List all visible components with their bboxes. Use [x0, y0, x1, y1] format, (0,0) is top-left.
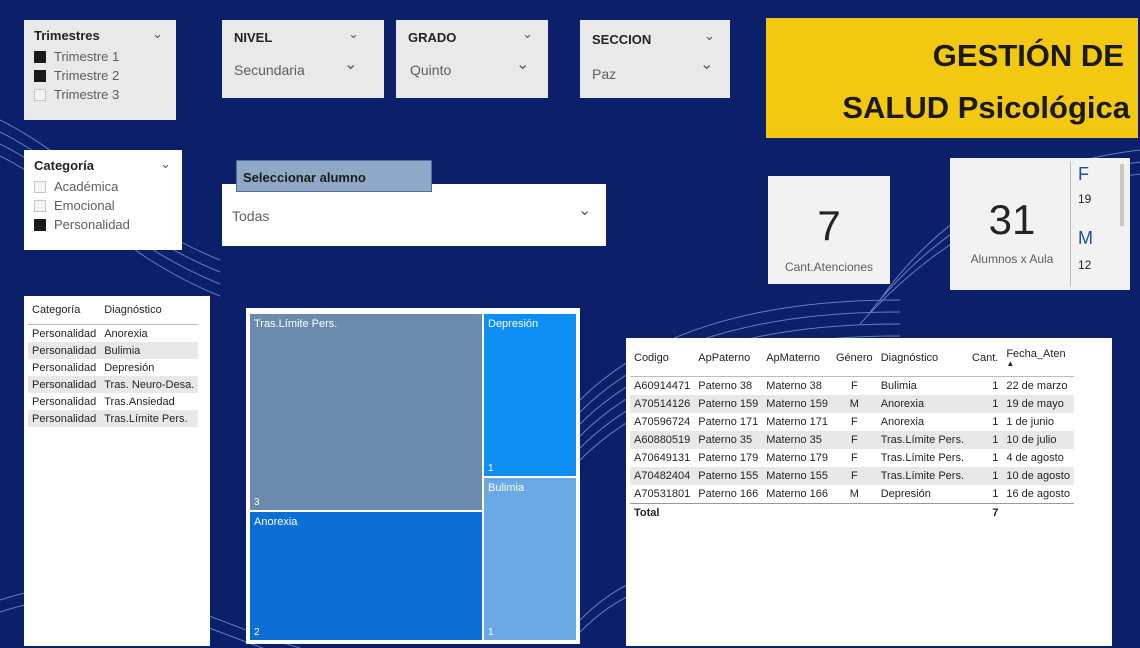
nivel-slicer[interactable]: NIVEL ⌄ Secundaria ⌄ — [222, 20, 384, 98]
column-header-diagnostico[interactable]: Diagnóstico — [100, 296, 199, 325]
female-value: 19 — [1078, 192, 1092, 206]
chevron-down-icon[interactable]: ⌄ — [700, 54, 713, 74]
categoria-slicer[interactable]: Categoría ⌄ Académica Emocional Personal… — [24, 150, 182, 250]
chevron-down-icon[interactable]: ⌄ — [522, 26, 533, 42]
category-table: Categoría Diagnóstico Personalidad Anorex… — [24, 296, 210, 646]
seccion-value: Paz — [592, 66, 617, 82]
alumno-title: Seleccionar alumno — [243, 170, 366, 185]
seccion-slicer[interactable]: SECCION ⌄ Paz ⌄ — [580, 20, 730, 98]
option-academica[interactable]: Académica — [34, 177, 130, 196]
gender-divider — [1070, 162, 1071, 286]
checkbox-icon[interactable] — [34, 218, 46, 231]
table-row[interactable]: A70531801 Paterno 166 Materno 166 M Depresió… — [630, 485, 1074, 504]
grado-slicer[interactable]: GRADO ⌄ Quinto ⌄ — [396, 20, 548, 98]
option-trimestre-3[interactable]: Trimestre 3 — [34, 85, 119, 104]
table-row[interactable]: Personalidad Tras.Límite Pers. — [28, 410, 199, 427]
column-header-fecha[interactable]: Fecha_Aten ▲ — [1002, 340, 1074, 377]
chevron-down-icon[interactable]: ⌄ — [160, 156, 171, 172]
column-header-diagnostico[interactable]: Diagnóstico — [876, 340, 969, 377]
checkbox-icon[interactable] — [34, 69, 46, 82]
treemap-tile-depresion[interactable]: Depresión 1 — [484, 314, 576, 476]
chevron-down-icon[interactable]: ⌄ — [704, 28, 715, 44]
table-row[interactable]: A70482404 Paterno 155 Materno 155 F Tras.Lím… — [630, 467, 1074, 485]
column-header-apmaterno[interactable]: ApMaterno — [762, 340, 832, 377]
alumnos-card: 31 Alumnos x Aula F 19 M 12 — [950, 158, 1130, 290]
trimestres-slicer[interactable]: Trimestres ⌄ Trimestre 1 Trimestre 2 Tri… — [24, 20, 176, 120]
title-line-1: GESTIÓN DE — [932, 38, 1124, 73]
column-header-codigo[interactable]: Codigo — [630, 340, 695, 377]
table-row[interactable]: Personalidad Anorexia — [28, 325, 198, 343]
atenciones-card: 7 Cant.Atenciones — [768, 176, 890, 284]
option-emocional[interactable]: Emocional — [34, 196, 130, 215]
detail-table: Codigo ApPaterno ApMaterno Género Diagnó… — [626, 338, 1112, 646]
alumno-value: Todas — [232, 208, 270, 224]
chevron-down-icon[interactable]: ⌄ — [344, 54, 357, 74]
column-header-genero[interactable]: Género — [831, 340, 877, 377]
table-row[interactable]: A70514126 Paterno 159 Materno 159 M Anorexia… — [630, 395, 1074, 413]
male-label: M — [1078, 228, 1093, 248]
nivel-title: NIVEL — [234, 30, 273, 45]
alumnos-value: 31 — [988, 196, 1036, 243]
table-row[interactable]: A60914471 Paterno 38 Materno 38 F Bulimia 1 22… — [630, 377, 1074, 396]
nivel-value: Secundaria — [234, 62, 305, 78]
table-row[interactable]: A60880519 Paterno 35 Materno 35 F Tras.Límit… — [630, 431, 1074, 449]
column-header-categoria[interactable]: Categoría — [28, 296, 101, 325]
column-header-appaterno[interactable]: ApPaterno — [694, 340, 763, 377]
checkbox-icon[interactable] — [34, 50, 46, 63]
table-row[interactable]: Personalidad Tras. Neuro-Desa. — [28, 376, 199, 393]
male-value: 12 — [1078, 258, 1092, 272]
checkbox-icon[interactable] — [34, 199, 46, 212]
checkbox-icon[interactable] — [34, 88, 46, 101]
checkbox-icon[interactable] — [34, 180, 46, 193]
title-line-2: SALUD Psicológica — [842, 90, 1130, 125]
treemap-tile-anorexia[interactable]: Anorexia 2 — [250, 512, 482, 640]
trimestres-title: Trimestres — [34, 28, 100, 43]
chevron-down-icon[interactable]: ⌄ — [152, 26, 163, 42]
alumno-slicer-header: Seleccionar alumno — [236, 160, 432, 192]
option-trimestre-1[interactable]: Trimestre 1 — [34, 47, 119, 66]
chevron-down-icon[interactable]: ⌄ — [348, 26, 359, 42]
option-personalidad[interactable]: Personalidad — [34, 215, 130, 234]
treemap-tile-tras-limite[interactable]: Tras.Límite Pers. 3 — [250, 314, 482, 510]
table-row[interactable]: Personalidad Tras.Ansiedad — [28, 393, 198, 410]
categoria-title: Categoría — [34, 158, 94, 173]
table-row[interactable]: A70649131 Paterno 179 Materno 179 F Tras.Lím… — [630, 449, 1074, 467]
table-total-row: Total 7 — [630, 503, 1074, 522]
female-label: F — [1078, 164, 1089, 184]
grado-value: Quinto — [410, 62, 452, 78]
table-row[interactable]: Personalidad Depresión — [28, 359, 198, 376]
alumno-slicer[interactable]: Todas ⌄ — [222, 184, 606, 246]
scrollbar[interactable] — [1120, 164, 1124, 226]
alumnos-label: Alumnos x Aula — [970, 252, 1054, 266]
chevron-down-icon[interactable]: ⌄ — [578, 200, 591, 220]
column-header-cant[interactable]: Cant. — [968, 340, 1003, 377]
grado-title: GRADO — [408, 30, 457, 45]
title-banner: GESTIÓN DE SALUD Psicológica — [766, 18, 1138, 138]
chevron-down-icon[interactable]: ⌄ — [516, 54, 529, 74]
seccion-title: SECCION — [592, 32, 652, 47]
option-trimestre-2[interactable]: Trimestre 2 — [34, 66, 119, 85]
treemap-tile-bulimia[interactable]: Bulimia 1 — [484, 478, 576, 640]
treemap: Tras.Límite Pers. 3 Anorexia 2 Depresión… — [246, 308, 580, 644]
sort-ascending-icon[interactable]: ▲ — [1006, 360, 1070, 368]
table-row[interactable]: Personalidad Bulimia — [28, 342, 199, 359]
table-row[interactable]: A70596724 Paterno 171 Materno 171 F Anorexia… — [630, 413, 1074, 431]
atenciones-value: 7 — [817, 202, 841, 249]
atenciones-label: Cant.Atenciones — [784, 260, 874, 274]
